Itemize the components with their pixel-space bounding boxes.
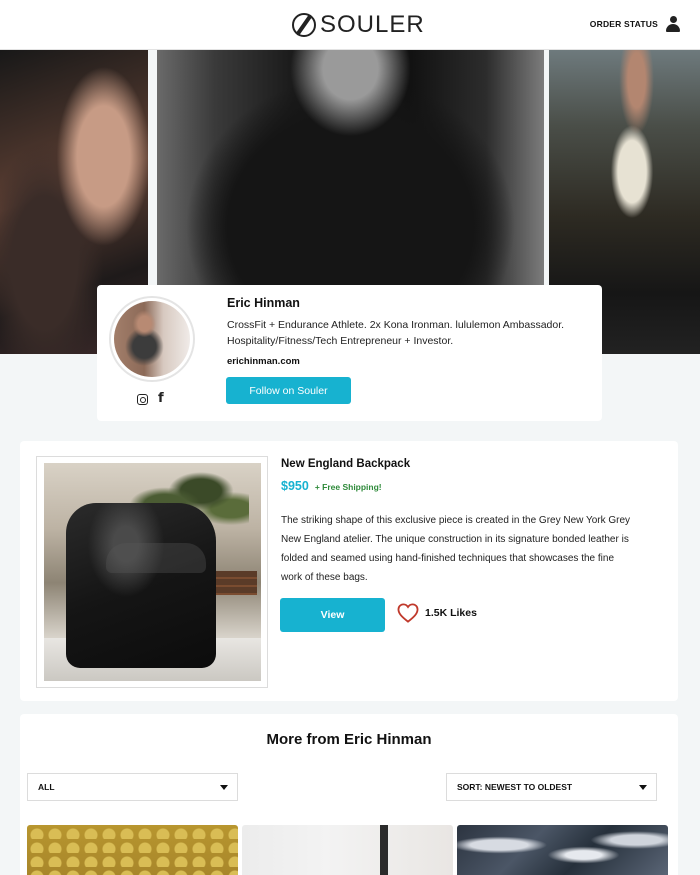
like-button[interactable]: 1.5K Likes — [397, 603, 477, 623]
hero-image-center — [157, 50, 544, 285]
profile-website-link[interactable]: erichinman.com — [227, 356, 300, 367]
price-row: $950 + Free Shipping! — [281, 479, 382, 493]
view-button[interactable]: View — [280, 598, 385, 632]
profile-card: f Eric Hinman CrossFit + Endurance Athle… — [97, 285, 602, 421]
product-image-frame[interactable] — [36, 456, 268, 688]
chevron-down-icon — [220, 785, 228, 790]
likes-count: 1.5K Likes — [425, 607, 477, 619]
product-title[interactable]: New England Backpack — [281, 458, 410, 470]
filter-select[interactable]: ALL — [27, 773, 238, 801]
product-thumbnail[interactable] — [242, 825, 453, 875]
section-title: More from Eric Hinman — [266, 731, 432, 748]
site-header: SOULER ORDER STATUS — [0, 0, 700, 50]
social-links: f — [137, 392, 164, 405]
user-icon — [666, 16, 680, 32]
product-price: $950 — [281, 479, 309, 493]
brand-logo[interactable]: SOULER — [292, 11, 425, 39]
more-from-section: More from Eric Hinman ALL SORT: NEWEST T… — [20, 714, 678, 875]
souler-logo-icon — [292, 13, 316, 37]
heart-icon — [397, 603, 419, 623]
product-thumbnail[interactable] — [27, 825, 238, 875]
product-card: New England Backpack $950 + Free Shippin… — [20, 441, 678, 701]
instagram-icon[interactable] — [137, 393, 148, 405]
sort-select[interactable]: SORT: NEWEST TO OLDEST — [446, 773, 657, 801]
product-thumbnail[interactable] — [457, 825, 668, 875]
avatar — [109, 296, 195, 382]
shipping-badge: + Free Shipping! — [314, 482, 382, 492]
sort-select-value: SORT: NEWEST TO OLDEST — [457, 782, 573, 792]
brand-name: SOULER — [320, 11, 425, 38]
chevron-down-icon — [639, 785, 647, 790]
order-status-label: ORDER STATUS — [589, 19, 658, 29]
product-image — [44, 463, 261, 681]
profile-bio: CrossFit + Endurance Athlete. 2x Kona Ir… — [227, 319, 565, 347]
profile-name: Eric Hinman — [227, 296, 300, 310]
follow-button[interactable]: Follow on Souler — [226, 377, 351, 404]
product-description: The striking shape of this exclusive pie… — [281, 515, 631, 583]
facebook-icon[interactable]: f — [158, 392, 164, 405]
filter-select-value: ALL — [38, 782, 55, 792]
order-status-link[interactable]: ORDER STATUS — [590, 16, 680, 32]
